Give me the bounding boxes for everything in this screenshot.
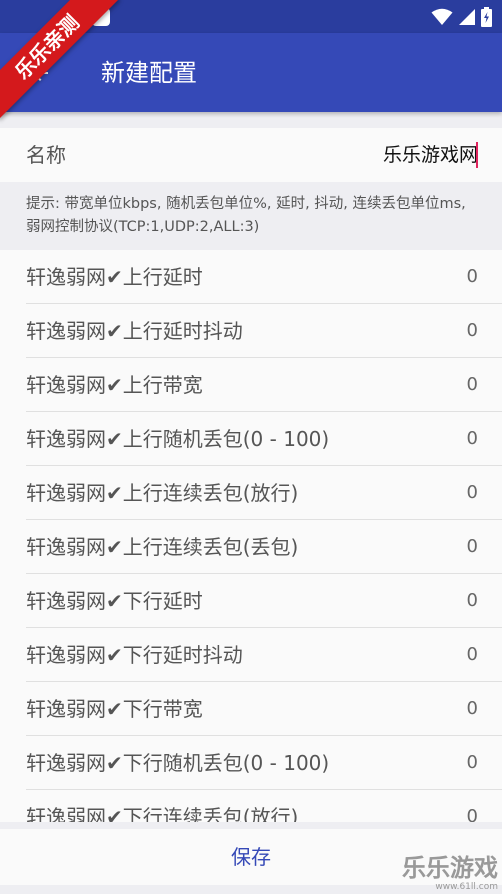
item-label: 轩逸弱网✔下行延时: [26, 589, 203, 613]
wifi-icon: [431, 8, 453, 25]
text-cursor: [476, 142, 478, 168]
item-value-input[interactable]: 0: [467, 304, 478, 358]
item-label: 轩逸弱网✔上行连续丢包(放行): [26, 481, 299, 505]
app-bar: 新建配置: [0, 33, 502, 112]
list-item[interactable]: 轩逸弱网✔下行连续丢包(放行) 0: [26, 790, 502, 822]
item-value-input[interactable]: 0: [467, 682, 478, 736]
list-item[interactable]: 轩逸弱网✔下行带宽 0: [26, 682, 502, 736]
list-item[interactable]: 轩逸弱网✔上行随机丢包(0 - 100) 0: [26, 412, 502, 466]
list-item[interactable]: 轩逸弱网✔下行延时抖动 0: [26, 628, 502, 682]
item-label: 轩逸弱网✔下行连续丢包(放行): [26, 805, 299, 822]
list-item[interactable]: 轩逸弱网✔上行连续丢包(丢包) 0: [26, 520, 502, 574]
item-label: 轩逸弱网✔上行带宽: [26, 373, 203, 397]
item-value-input[interactable]: 0: [467, 628, 478, 682]
config-list[interactable]: 轩逸弱网✔上行延时 0 轩逸弱网✔上行延时抖动 0 轩逸弱网✔上行带宽 0 轩逸…: [0, 250, 502, 822]
name-field-label: 名称: [26, 143, 66, 167]
list-item[interactable]: 轩逸弱网✔上行延时 0: [26, 250, 502, 304]
item-value-input[interactable]: 0: [467, 358, 478, 412]
item-label: 轩逸弱网✔上行延时抖动: [26, 319, 243, 343]
item-value-input[interactable]: 0: [467, 574, 478, 628]
item-value-input[interactable]: 0: [467, 790, 478, 822]
item-label: 轩逸弱网✔上行延时: [26, 265, 203, 289]
name-field-row[interactable]: 名称 乐乐游戏网: [0, 128, 502, 182]
watermark-url: www.61ll.com: [435, 882, 498, 892]
screen: 乐乐亲测 新建配置 名称 乐乐游戏网 提示: 带宽单位kbps, 随机丢包单位%…: [0, 0, 502, 894]
item-value-input[interactable]: 0: [467, 736, 478, 790]
item-value-input[interactable]: 0: [467, 520, 478, 574]
hint-text: 提示: 带宽单位kbps, 随机丢包单位%, 延时, 抖动, 连续丢包单位ms,…: [0, 182, 502, 250]
watermark-logo: 乐乐游戏 www.61ll.com: [388, 854, 498, 892]
name-input[interactable]: 乐乐游戏网: [383, 128, 478, 182]
item-value-input[interactable]: 0: [467, 250, 478, 304]
list-item[interactable]: 轩逸弱网✔上行延时抖动 0: [26, 304, 502, 358]
item-label: 轩逸弱网✔下行随机丢包(0 - 100): [26, 751, 330, 775]
list-item[interactable]: 轩逸弱网✔下行随机丢包(0 - 100) 0: [26, 736, 502, 790]
list-item[interactable]: 轩逸弱网✔下行延时 0: [26, 574, 502, 628]
item-value-input[interactable]: 0: [467, 412, 478, 466]
status-icons: [431, 7, 492, 27]
page-title: 新建配置: [101, 59, 197, 87]
item-label: 轩逸弱网✔上行随机丢包(0 - 100): [26, 427, 330, 451]
battery-icon: [481, 7, 492, 27]
list-item[interactable]: 轩逸弱网✔上行连续丢包(放行) 0: [26, 466, 502, 520]
item-label: 轩逸弱网✔上行连续丢包(丢包): [26, 535, 299, 559]
list-item[interactable]: 轩逸弱网✔上行带宽 0: [26, 358, 502, 412]
signal-icon: [459, 9, 475, 25]
item-label: 轩逸弱网✔下行延时抖动: [26, 643, 243, 667]
watermark-title: 乐乐游戏: [402, 854, 498, 882]
item-label: 轩逸弱网✔下行带宽: [26, 697, 203, 721]
item-value-input[interactable]: 0: [467, 466, 478, 520]
